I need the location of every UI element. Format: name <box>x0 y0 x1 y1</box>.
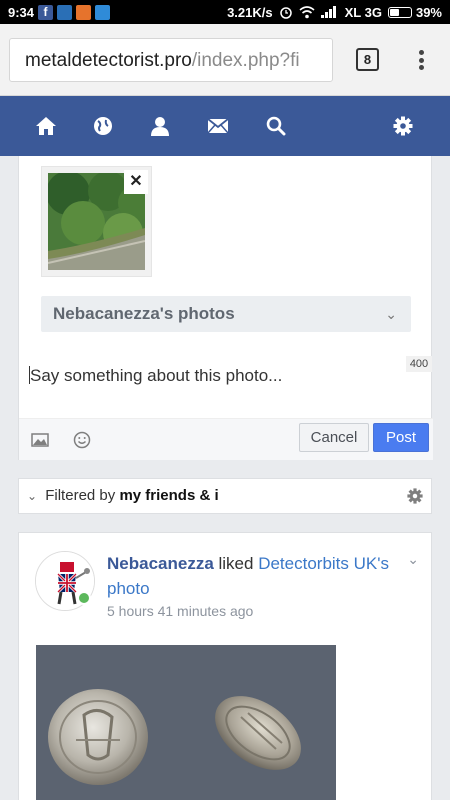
composer-footer: Cancel Post <box>19 418 433 460</box>
photo-composer: ✕ Nebacanezza's photos ⌄ 400 Say somethi… <box>18 156 433 460</box>
battery-icon <box>387 6 412 18</box>
status-bar: 9:34 f 3.21K/s XL 3G 39% <box>0 0 450 24</box>
url-path: /index.php?fi <box>191 50 300 71</box>
url-bar[interactable]: metaldetectorist.pro/index.php?fi <box>9 38 333 82</box>
battery-percent: 39% <box>415 4 442 20</box>
album-select[interactable]: Nebacanezza's photos ⌄ <box>41 296 411 332</box>
wifi-icon <box>299 5 315 18</box>
search-icon[interactable] <box>262 112 290 140</box>
network-speed: 3.21K/s <box>227 4 273 20</box>
post-button[interactable]: Post <box>373 423 429 452</box>
facebook-icon: f <box>38 4 54 20</box>
chevron-down-icon: ⌄ <box>385 306 397 322</box>
blue-app-icon <box>95 4 111 20</box>
tab-switcher-button[interactable]: 8 <box>356 48 379 71</box>
story-actor-link[interactable]: Nebacanezza <box>107 554 214 573</box>
story-timestamp[interactable]: 5 hours 41 minutes ago <box>107 603 253 619</box>
remove-photo-button[interactable]: ✕ <box>124 170 148 194</box>
filter-settings-gear-icon[interactable] <box>407 488 423 504</box>
battery-indicator: 39% <box>387 4 442 20</box>
cancel-button[interactable]: Cancel <box>299 423 369 452</box>
user-icon[interactable] <box>146 112 174 140</box>
story-options-chevron-icon[interactable]: ⌄ <box>407 551 419 568</box>
alarm-icon <box>279 7 292 19</box>
globe-icon[interactable] <box>89 112 117 140</box>
status-time: 9:34 <box>8 4 35 20</box>
browser-toolbar: metaldetectorist.pro/index.php?fi 8 <box>0 24 450 96</box>
chevron-down-icon: ⌄ <box>27 489 38 503</box>
battery-fill <box>389 8 399 16</box>
url-domain: metaldetectorist.pro <box>25 50 192 71</box>
character-counter: 400 <box>406 356 432 372</box>
browser-menu-button[interactable] <box>412 48 430 72</box>
online-status-indicator <box>77 591 91 605</box>
photo-caption-input[interactable]: Say something about this photo... <box>29 366 399 386</box>
feed-item: Nebacanezza liked Detectorbits UK's phot… <box>18 532 432 800</box>
mail-icon[interactable] <box>204 112 232 140</box>
story-verb: liked <box>213 554 259 573</box>
signal-icon <box>320 6 336 18</box>
filter-prefix: Filtered by <box>45 487 116 504</box>
story-text: Nebacanezza liked Detectorbits UK's phot… <box>107 551 407 601</box>
gallery-icon <box>57 4 73 20</box>
settings-gear-icon[interactable] <box>389 112 417 140</box>
filter-value: my friends & i <box>119 487 219 504</box>
orange-app-icon <box>76 4 92 20</box>
add-photo-icon[interactable] <box>31 431 49 449</box>
feed-filter-bar[interactable]: ⌄ Filtered by my friends & i <box>18 478 432 514</box>
site-navbar <box>0 96 450 156</box>
caption-placeholder: Say something about this photo... <box>30 366 283 385</box>
album-select-label: Nebacanezza's photos <box>53 304 235 323</box>
emoji-icon[interactable] <box>73 431 91 449</box>
story-photo[interactable] <box>36 645 336 800</box>
home-icon[interactable] <box>32 112 60 140</box>
carrier-label: XL 3G <box>344 4 382 20</box>
